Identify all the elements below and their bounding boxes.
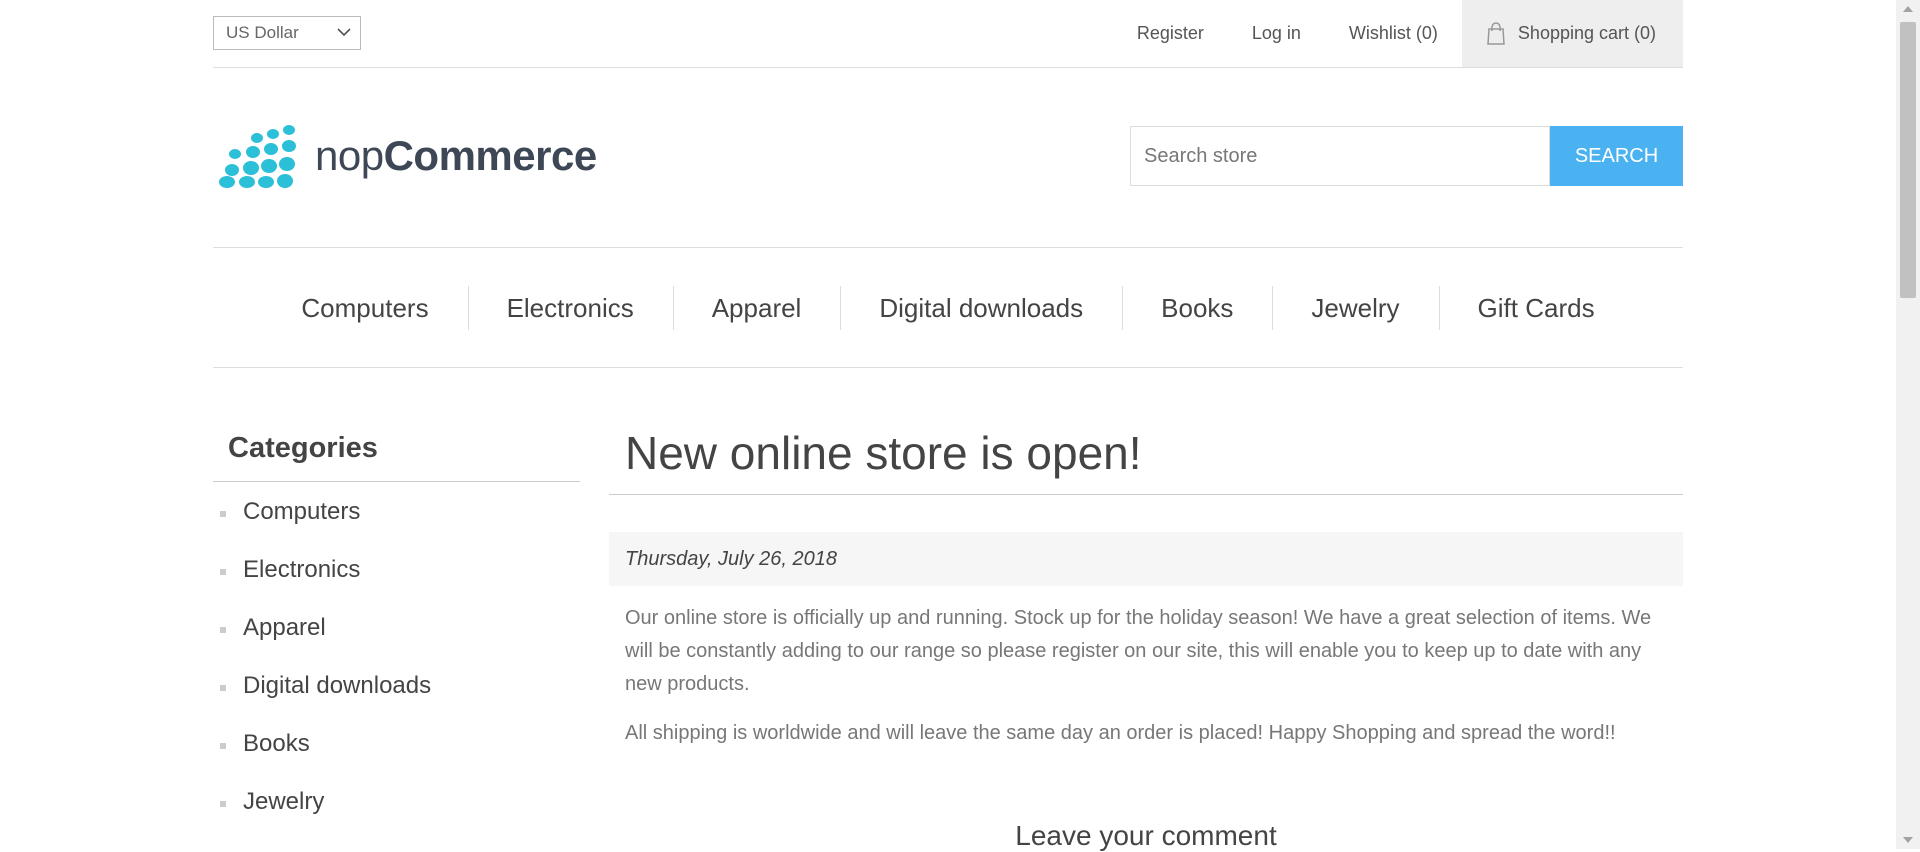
news-body: Our online store is officially up and ru… [609,586,1683,750]
chevron-down-icon [337,28,351,37]
shopping-bag-icon [1487,21,1505,45]
logo-wordmark: nopCommerce [315,135,597,177]
categories-title: Categories [213,420,580,482]
category-item-computers[interactable]: Computers [213,500,580,558]
search-button[interactable]: Search [1550,126,1683,186]
top-menu-item-computers[interactable]: Computers [262,286,467,330]
news-title: New online store is open! [609,420,1683,495]
top-menu-item-jewelry[interactable]: Jewelry [1272,285,1438,330]
logo-text-bold: Commerce [383,132,598,179]
leave-comment-heading: Leave your comment [1015,820,1277,851]
sidebar-categories: Categories Computers Electronics Apparel… [213,420,580,848]
header-links-bar: US Dollar Register Log in Wishlist (0) S… [213,0,1683,68]
category-item-apparel[interactable]: Apparel [213,616,580,674]
logo-text-light: nop [315,132,384,179]
header-links: Register Log in Wishlist (0) Shopping ca… [1137,0,1683,67]
login-link[interactable]: Log in [1252,0,1301,67]
currency-select[interactable]: US Dollar [213,16,361,50]
news-paragraph: Our online store is officially up and ru… [625,607,1652,695]
top-menu-item-electronics[interactable]: Electronics [467,285,673,330]
register-link[interactable]: Register [1137,0,1204,67]
scroll-down-arrow-icon[interactable] [1903,837,1913,843]
category-list: Computers Electronics Apparel Digital do… [213,482,580,848]
search-box: Search [1130,126,1683,186]
top-menu-item-apparel[interactable]: Apparel [672,285,841,330]
search-input[interactable] [1130,126,1550,186]
news-paragraph: All shipping is worldwide and will leave… [625,722,1616,744]
news-item: New online store is open! Thursday, July… [609,420,1683,852]
scrollbar-thumb[interactable] [1900,22,1916,298]
scroll-up-arrow-icon[interactable] [1903,6,1913,12]
top-menu-item-books[interactable]: Books [1122,285,1272,330]
top-menu-item-digital-downloads[interactable]: Digital downloads [840,285,1122,330]
vertical-scrollbar[interactable] [1896,0,1920,849]
currency-selected-value: US Dollar [226,23,299,42]
category-item-digital-downloads[interactable]: Digital downloads [213,674,580,732]
logo-dots-icon [219,125,296,188]
store-logo[interactable]: nopCommerce [215,124,597,188]
top-menu: Computers Electronics Apparel Digital do… [213,247,1683,368]
top-menu-item-gift-cards[interactable]: Gift Cards [1438,285,1634,330]
shopping-cart-link[interactable]: Shopping cart (0) [1461,0,1683,67]
category-item-books[interactable]: Books [213,732,580,790]
category-item-jewelry[interactable]: Jewelry [213,790,580,848]
wishlist-link[interactable]: Wishlist (0) [1349,0,1438,67]
page: US Dollar Register Log in Wishlist (0) S… [213,0,1683,851]
news-date: Thursday, July 26, 2018 [609,532,1683,586]
shopping-cart-label: Shopping cart (0) [1517,23,1656,43]
category-item-electronics[interactable]: Electronics [213,558,580,616]
